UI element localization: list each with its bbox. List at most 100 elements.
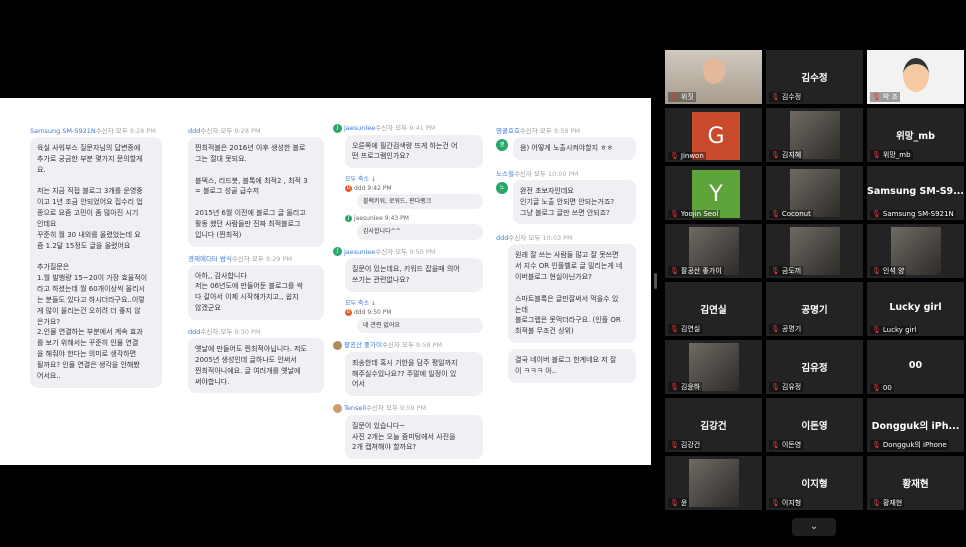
participant-tile[interactable]: 김강건 🎙 김강건 xyxy=(665,398,762,452)
participant-tile[interactable]: 김연실 🎙 김연실 xyxy=(665,282,762,336)
participant-label-text: 00 xyxy=(882,384,892,392)
chat-message: 질문이 있습니다~ 사진 2개는 오늘 줌미팅에서 사진을 2개 캡쳐해야 할까… xyxy=(345,414,483,460)
mic-muted-icon: 🎙 xyxy=(872,441,881,449)
chat-message: 질문이 있는데요, 키워드 잡을때 의어 쓰기는 관련없나요? xyxy=(345,258,483,292)
chat-message: 아하,, 감사합니다 저는 06년도에 만들어둔 블로그를 싹 다 갈아서 이제… xyxy=(188,264,324,320)
chat-sender: ddd수신자 모두 9:28 PM xyxy=(188,127,261,135)
avatar: D xyxy=(345,185,352,193)
chat-sender: 팔공산 좋가이수신자 모두 9:58 PM xyxy=(333,339,483,350)
chat-sender: 노스힐수신자 모두 10:00 PM xyxy=(496,169,579,178)
participant-label: 🎙 김지혜 xyxy=(769,150,804,160)
mic-muted-icon: 🎙 xyxy=(670,93,679,101)
mic-muted-icon: 🎙 xyxy=(670,152,679,160)
chat-message: 결국 네이버 블로그 한계네요 저 잘 이 ㅋㅋㅋ 아.. xyxy=(508,349,636,383)
participant-tile[interactable]: 김수정 🎙 김수정 xyxy=(766,50,863,104)
participant-label: 🎙 Lucky girl xyxy=(870,326,919,334)
participant-label-text: 팔공산 좋가이 xyxy=(680,267,722,275)
mic-muted-icon: 🎙 xyxy=(872,267,881,275)
participant-label: 🎙 김유정 xyxy=(769,382,804,392)
chat-message: 완전 초보자인데요 인기글 노출 안되면 안되는거죠? 그냥 블로그 글만 쓰면… xyxy=(513,179,636,225)
participant-label-text: 김지혜 xyxy=(781,151,802,159)
participant-label: 🎙 Yoojin Seol xyxy=(668,210,721,218)
participant-label-text: 황재현 xyxy=(882,499,903,507)
reply: Dddd 9:42 PM xyxy=(345,185,392,193)
avatar: 노 xyxy=(496,181,508,194)
mic-muted-icon: 🎙 xyxy=(771,383,780,391)
chat-sender: ddd수신자 모두 10:03 PM xyxy=(496,234,573,243)
avatar: D xyxy=(345,308,352,316)
chat-sender: 영콜호호수신자 모두 9:59 PM xyxy=(496,127,581,135)
profile-picture xyxy=(689,459,739,507)
participant-label-text: 박 조 xyxy=(882,93,898,101)
avatar: J xyxy=(333,247,342,257)
participant-name: 황재현 xyxy=(902,479,929,490)
participant-tile[interactable]: Y 🎙 Yoojin Seol xyxy=(665,166,762,220)
collapse-replies-link[interactable]: 모두 축소 ↓ xyxy=(345,174,483,183)
participant-label-text: 이돈영 xyxy=(781,441,802,449)
mic-muted-icon: 🎙 xyxy=(771,441,780,449)
mic-muted-icon: 🎙 xyxy=(670,267,679,275)
participant-label: 🎙 위짓 xyxy=(668,92,696,102)
reply: Dddd 9:50 PM xyxy=(345,308,392,316)
participant-label: 🎙 Coconut xyxy=(769,210,813,218)
participant-label-text: 위짓 xyxy=(680,93,694,101)
participant-label: 🎙 공명기 xyxy=(769,324,804,334)
chat-message: 감사합니다^^ xyxy=(357,224,483,240)
mic-muted-icon: 🎙 xyxy=(771,210,780,218)
participant-label-text: Coconut xyxy=(781,210,811,218)
mic-muted-icon: 🎙 xyxy=(771,151,780,159)
participant-label-text: 금도끼 xyxy=(781,267,802,275)
participant-tile[interactable]: Dongguk의 iPh... 🎙 Dongguk의 iPhone xyxy=(867,398,964,452)
chevron-down-icon[interactable]: ⌄ xyxy=(792,518,836,536)
participant-tile[interactable]: 🎙 박 조 xyxy=(867,50,964,104)
avatar xyxy=(333,340,342,350)
mic-muted-icon: 🎙 xyxy=(771,267,780,275)
participant-tile[interactable]: 🎙 Coconut xyxy=(766,166,863,220)
participant-tile[interactable]: 🎙 인석 양 xyxy=(867,224,964,278)
avatar: J xyxy=(333,123,342,133)
participant-name: 김수정 xyxy=(801,73,828,84)
mic-muted-icon: 🎙 xyxy=(670,441,679,449)
participant-tile[interactable]: Samsung SM-S9... 🎙 Samsung SM-S921N xyxy=(867,166,964,220)
chat-column-2: ddd수신자 모두 9:28 PM 찐최적블은 2016년 이후 생성한 블로 그… xyxy=(188,123,324,399)
participant-tile[interactable]: 이돈영 🎙 이돈영 xyxy=(766,398,863,452)
mic-muted-icon: 🎙 xyxy=(670,383,679,391)
chat-sender: Jjaesunlee수신자 모두 9:50 PM xyxy=(333,246,483,257)
participant-tile[interactable]: 🎙 위짓 xyxy=(665,50,762,104)
mic-muted-icon: 🎙 xyxy=(872,151,881,159)
collapse-replies-link[interactable]: 모두 축소 ↓ xyxy=(345,298,483,307)
chat-sender: Samsung SM-S921N수신자 모두 9:28 PM xyxy=(30,127,156,135)
participant-name: Samsung SM-S9... xyxy=(867,186,964,197)
participant-tile[interactable]: 이지형 🎙 이지형 xyxy=(766,456,863,510)
participant-tile[interactable]: 🎙 금도끼 xyxy=(766,224,863,278)
participant-tile[interactable]: 🎙 김윤하 xyxy=(665,340,762,394)
chat-row: 노 완전 초보자인데요 인기글 노출 안되면 안되는거죠? 그냥 블로그 글만 … xyxy=(496,178,636,231)
participant-tile[interactable]: 00 🎙 00 xyxy=(867,340,964,394)
participant-label: 🎙 00 xyxy=(870,384,894,392)
participant-label: 🎙 금도끼 xyxy=(769,266,804,276)
mic-muted-icon: 🎙 xyxy=(872,384,881,392)
participant-label: 🎙 황재현 xyxy=(870,498,905,508)
participant-label-text: Jinwon xyxy=(680,152,704,160)
participant-name: 이돈영 xyxy=(801,421,828,432)
chat-message: 음) 어떻게 노출시켜야할지 ㅎㅎ xyxy=(513,137,636,160)
participant-tile[interactable]: 공명기 🎙 공명기 xyxy=(766,282,863,336)
participant-tile[interactable]: 🎙 김지혜 xyxy=(766,108,863,162)
participant-tile[interactable]: 황재현 🎙 황재현 xyxy=(867,456,964,510)
participant-label: 🎙 팔공산 좋가이 xyxy=(668,266,724,276)
participant-name: 00 xyxy=(908,360,923,371)
participant-tile[interactable]: 위망_mb 🎙 위망_mb xyxy=(867,108,964,162)
splitter-handle[interactable] xyxy=(654,273,657,289)
participant-label-text: Lucky girl xyxy=(882,326,917,334)
participant-name: Dongguk의 iPh... xyxy=(871,421,960,432)
participant-label: 🎙 김수정 xyxy=(769,92,804,102)
chat-message: 오른쪽에 필간검색량 뜨게 하는건 어 떤 프로그램인가요? xyxy=(345,134,483,169)
participant-tile[interactable]: 김유정 🎙 김유정 xyxy=(766,340,863,394)
participant-tile[interactable]: Lucky girl 🎙 Lucky girl xyxy=(867,282,964,336)
mic-muted-icon: 🎙 xyxy=(872,93,881,101)
participant-tile[interactable]: 🎙 팔공산 좋가이 xyxy=(665,224,762,278)
participant-tile[interactable]: G 🎙 Jinwon xyxy=(665,108,762,162)
participant-tile[interactable]: 🎙 윤 xyxy=(665,456,762,510)
reply: Jjaesunlee 9:43 PM xyxy=(345,215,483,223)
mic-muted-icon: 🎙 xyxy=(670,210,679,218)
